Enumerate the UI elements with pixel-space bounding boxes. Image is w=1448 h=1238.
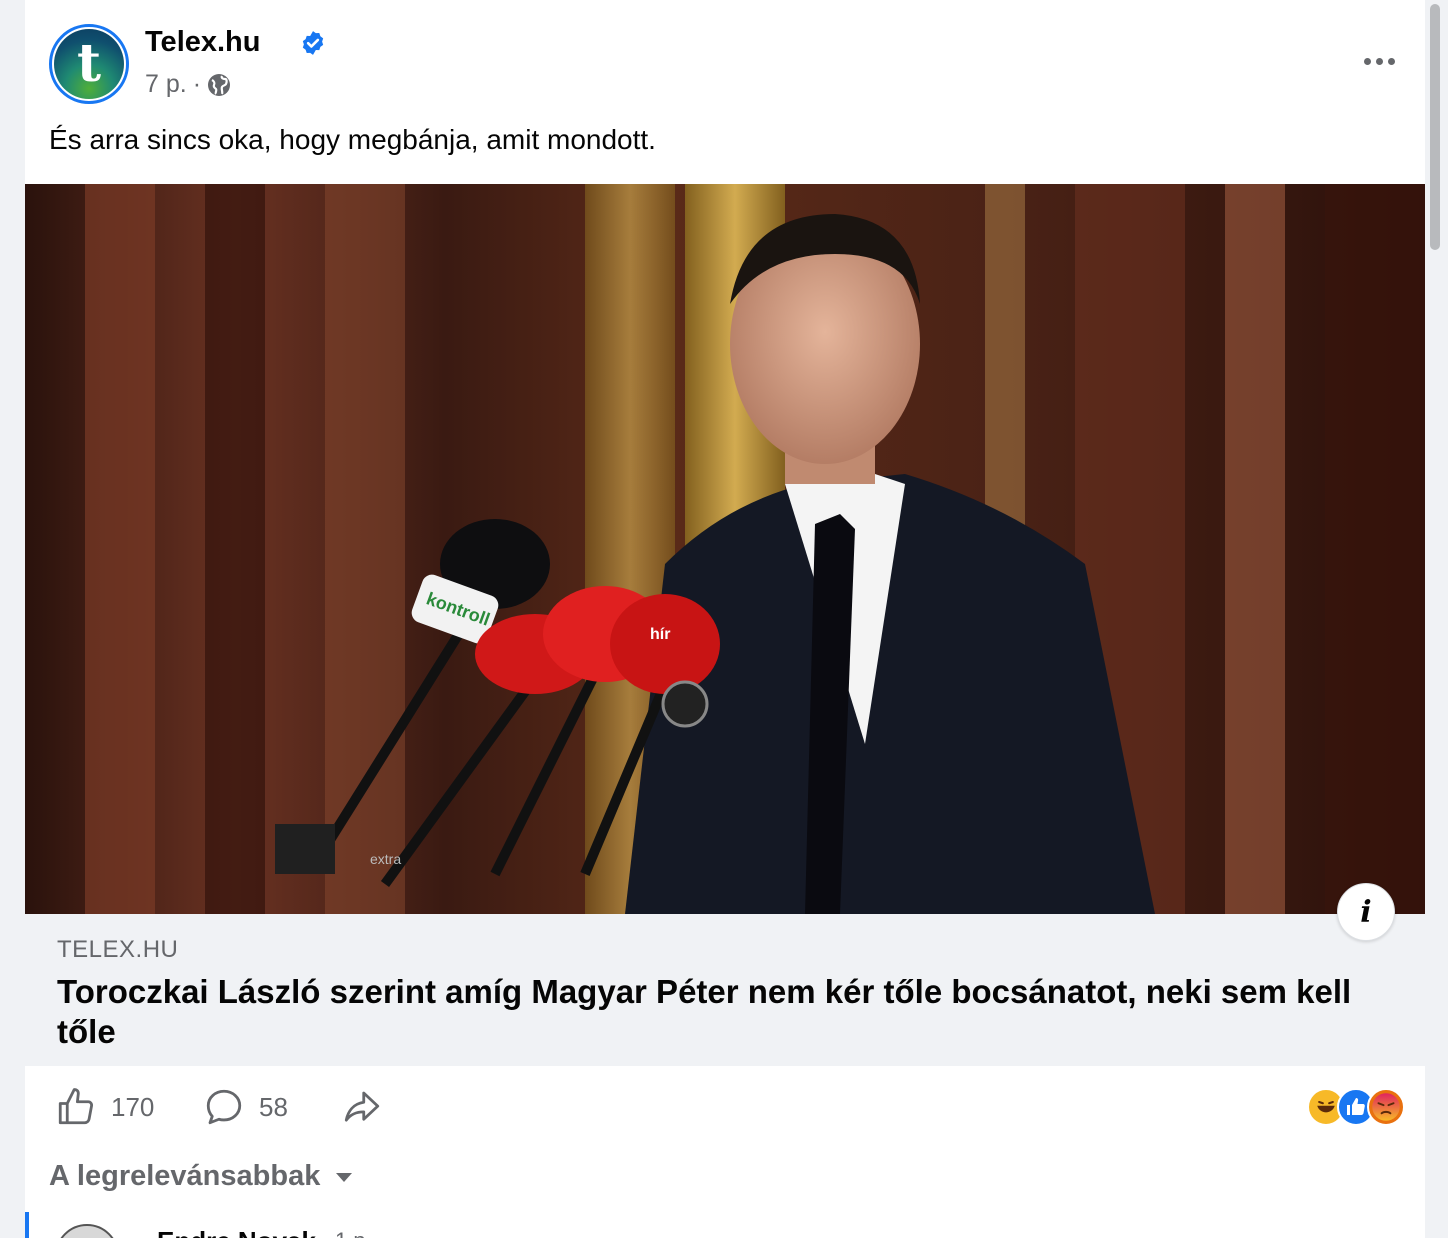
post-time-link[interactable]: 7 p.	[145, 70, 187, 99]
comment-count: 58	[259, 1091, 288, 1122]
link-domain: TELEX.HU	[57, 936, 179, 963]
angry-reaction-icon	[1367, 1088, 1405, 1126]
meta-separator: ·	[192, 70, 202, 98]
link-title[interactable]: Toroczkai László szerint amíg Magyar Pét…	[57, 972, 1377, 1053]
page-avatar[interactable]: t	[49, 24, 129, 104]
reactions-summary[interactable]	[1307, 1088, 1405, 1126]
like-count: 170	[111, 1091, 155, 1122]
share-arrow-icon	[344, 1091, 380, 1122]
page-name-link[interactable]: Telex.hu	[145, 26, 261, 59]
comment-button[interactable]: 58	[203, 1082, 288, 1132]
post-header: t Telex.hu 7 p. ·	[49, 24, 1399, 104]
sort-label: A legrelevánsabbak	[49, 1160, 321, 1192]
news-photo: kontroll hír extra	[25, 184, 1425, 914]
avatar-logo: t	[54, 29, 124, 99]
dot-icon	[1363, 57, 1371, 65]
link-preview-image[interactable]: kontroll hír extra	[25, 184, 1425, 914]
thumbs-up-icon	[58, 1088, 94, 1125]
comment-item: Endre Novak 1 p.	[25, 1212, 1425, 1238]
comment-thread-bar	[25, 1212, 29, 1238]
scrollbar-thumb[interactable]	[1430, 4, 1440, 250]
comment-sort-dropdown[interactable]: A legrelevánsabbak	[49, 1160, 354, 1193]
info-button[interactable]: i	[1337, 883, 1395, 941]
more-options-button[interactable]	[1359, 46, 1399, 76]
scrollbar[interactable]	[1425, 0, 1448, 1238]
post-meta: 7 p. ·	[145, 70, 231, 99]
link-preview[interactable]: TELEX.HU Toroczkai László szerint amíg M…	[25, 914, 1425, 1066]
mic-label-extra: extra	[370, 851, 401, 867]
commenter-name[interactable]: Endre Novak	[157, 1226, 316, 1238]
dot-icon	[1375, 57, 1383, 65]
post-card: t Telex.hu 7 p. · És arra sincs oka, hog…	[25, 0, 1425, 1238]
caret-down-icon	[336, 1172, 353, 1182]
share-button[interactable]	[341, 1082, 383, 1132]
like-button[interactable]: 170	[55, 1082, 154, 1132]
comment-bubble-icon	[206, 1089, 242, 1125]
globe-icon	[208, 73, 231, 96]
post-actions: 170 58	[55, 1082, 1405, 1132]
dot-icon	[1387, 57, 1395, 65]
mic-label-hir: hír	[650, 626, 670, 643]
post-text: És arra sincs oka, hogy megbánja, amit m…	[49, 124, 656, 155]
commenter-avatar[interactable]	[55, 1224, 119, 1238]
verified-badge-icon	[302, 31, 324, 55]
comment-time[interactable]: 1 p.	[335, 1228, 372, 1238]
